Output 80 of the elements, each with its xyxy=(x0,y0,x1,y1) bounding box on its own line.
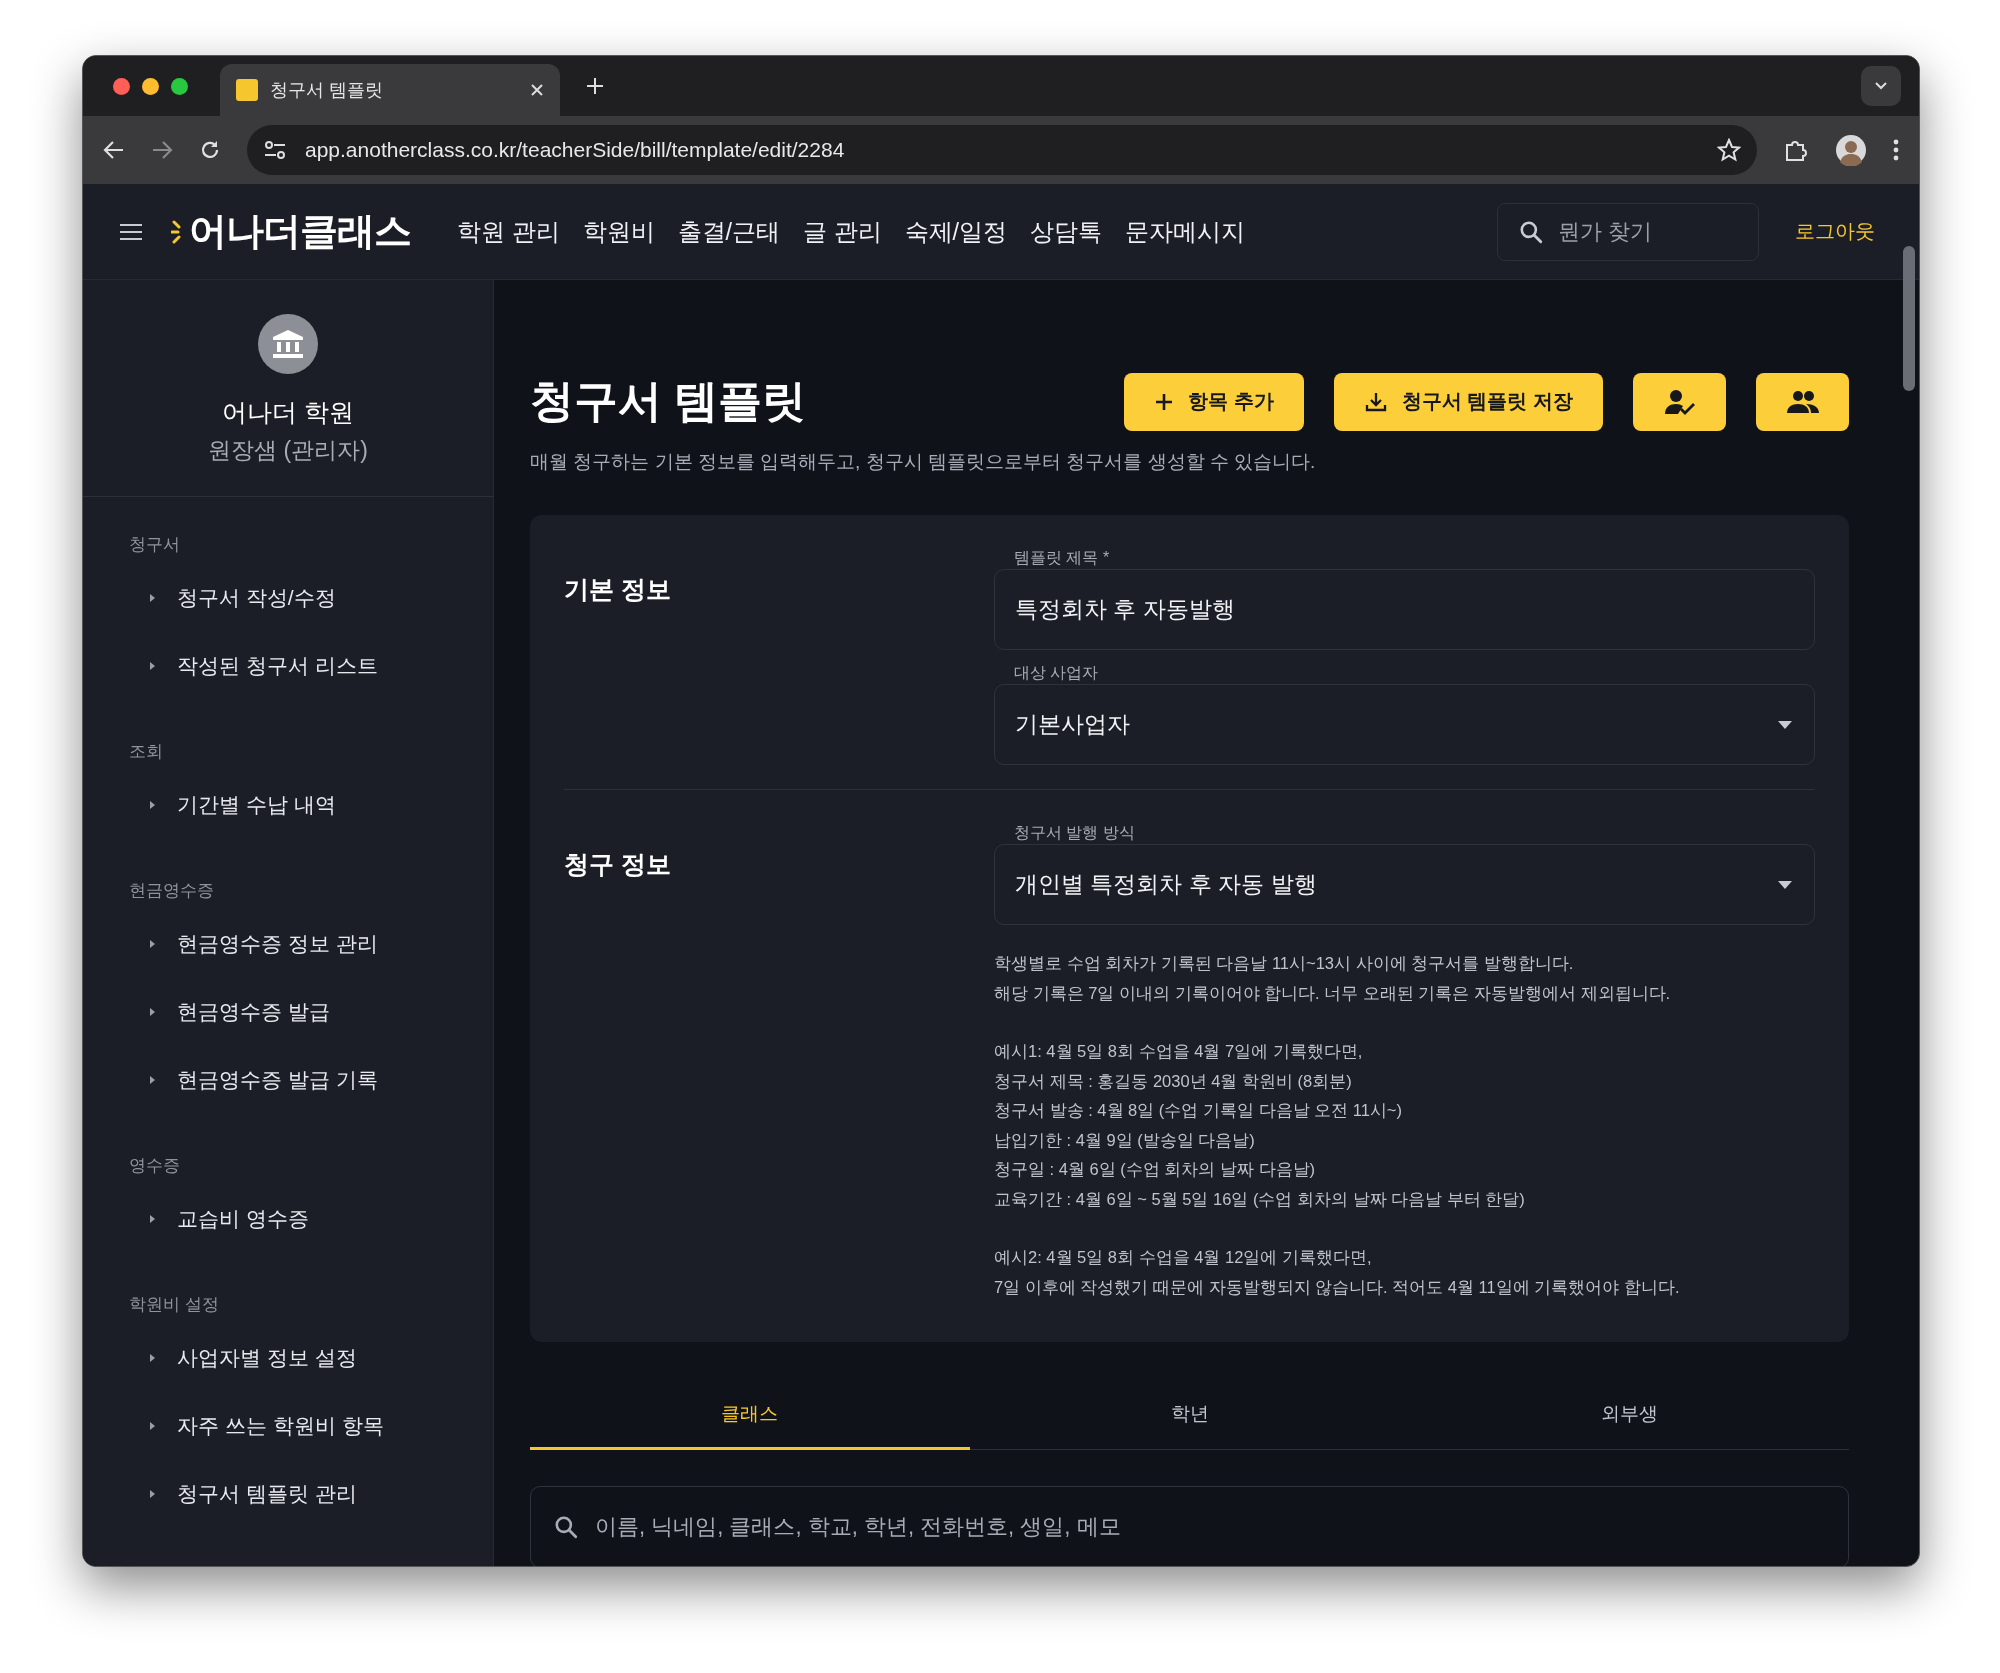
more-menu-icon[interactable] xyxy=(1893,139,1899,161)
select-field[interactable]: 개인별 특정회차 후 자동 발행 xyxy=(994,844,1815,925)
section-title: 기본 정보 xyxy=(564,575,671,603)
favicon-icon xyxy=(236,79,258,101)
input-field[interactable]: 특정회차 후 자동발행 xyxy=(994,569,1815,650)
sidebar-item[interactable]: 청구서 작성/수정 xyxy=(177,584,336,612)
sidebar-section-title: 현금영수증 xyxy=(129,880,215,902)
page-description: 매월 청구하는 기본 정보를 입력해두고, 청구시 템플릿으로부터 청구서를 생성할 수 있습니다. xyxy=(530,450,1317,474)
help-text: 예시2: 4월 5일 8회 수업을 4월 12일에 기록했다면, xyxy=(994,1247,1373,1268)
sidebar-item[interactable]: 사업자별 정보 설정 xyxy=(177,1344,357,1372)
help-text: 학생별로 수업 회차가 기록된 다음날 11시~13시 사이에 청구서를 발행합니다. xyxy=(994,953,1575,974)
field-value: 특정회차 후 자동발행 xyxy=(1015,595,1235,624)
bookmark-star-icon[interactable] xyxy=(1717,138,1741,162)
dropdown-arrow-icon[interactable] xyxy=(1776,879,1794,890)
site-settings-icon[interactable] xyxy=(263,140,287,160)
nav-link[interactable]: 학원 관리 xyxy=(457,215,560,248)
reload-icon[interactable] xyxy=(199,139,221,161)
person-check-button[interactable] xyxy=(1633,372,1726,431)
sidebar-item[interactable]: 현금영수증 정보 관리 xyxy=(177,930,378,958)
sidebar-item[interactable]: 자주 쓰는 학원비 항목 xyxy=(177,1412,384,1440)
forward-icon[interactable] xyxy=(151,139,173,161)
tab[interactable]: 학년 xyxy=(969,1380,1410,1450)
field-value: 기본사업자 xyxy=(1015,710,1130,739)
user-role: 원장샘 (관리자) xyxy=(208,436,368,465)
logout-link[interactable]: 로그아웃 xyxy=(1795,218,1875,245)
search-icon xyxy=(553,1514,579,1540)
back-icon[interactable] xyxy=(103,139,125,161)
tab[interactable]: 클래스 xyxy=(530,1380,970,1450)
tab[interactable]: 외부생 xyxy=(1409,1380,1849,1450)
nav-link[interactable]: 글 관리 xyxy=(803,215,882,248)
search-field[interactable]: 뭔가 찾기 xyxy=(1497,202,1759,261)
select-field[interactable]: 기본사업자 xyxy=(994,684,1815,765)
help-text: 청구서 제목 : 홍길동 2030년 4월 학원비 (8회분) xyxy=(994,1070,1353,1092)
sidebar-item[interactable]: 작성된 청구서 리스트 xyxy=(177,652,378,680)
help-text: 청구일 : 4월 6일 (수업 회차의 날짜 다음날) xyxy=(994,1159,1317,1180)
sidebar-item[interactable]: 기간별 수납 내역 xyxy=(177,791,336,819)
section-title: 청구 정보 xyxy=(564,850,671,878)
help-text: 예시1: 4월 5일 8회 수업을 4월 7일에 기록했다면, xyxy=(994,1041,1364,1062)
plus-icon xyxy=(1154,391,1175,412)
nav-link[interactable]: 문자메시지 xyxy=(1125,215,1246,248)
sidebar-item[interactable]: 교습비 영수증 xyxy=(177,1205,309,1233)
save-button[interactable]: 청구서 템플릿 저장 xyxy=(1333,372,1603,431)
nav-link[interactable]: 상담톡 xyxy=(1030,215,1103,248)
add-button[interactable]: 항목 추가 xyxy=(1124,372,1304,431)
address-bar[interactable]: app.anotherclass.co.kr/teacherSide/bill/template/edit/2284 xyxy=(247,125,1757,175)
help-text: 7일 이후에 작성했기 때문에 자동발행되지 않습니다. 적어도 4월 11일에 기록했어야 합니다. xyxy=(994,1276,1681,1298)
nav-link[interactable]: 출결/근태 xyxy=(677,215,781,248)
scrollbar[interactable] xyxy=(1903,246,1915,391)
browser-tab[interactable]: 청구서 템플릿 xyxy=(220,64,560,116)
page-title: 청구서 템플릿 xyxy=(530,375,808,427)
help-text: 교육기간 : 4월 6일 ~ 5월 5일 16일 (수업 회차의 날짜 다음날 부터 한달) xyxy=(994,1188,1526,1210)
maximize-window-icon[interactable] xyxy=(171,77,188,95)
help-text: 해당 기록은 7일 이내의 기록이어야 합니다. 너무 오래된 기록은 자동발행에서 제외됩니다. xyxy=(994,982,1672,1004)
sidebar-section-title: 영수증 xyxy=(129,1155,181,1177)
chevron-down-icon xyxy=(1874,81,1888,91)
close-icon[interactable] xyxy=(530,83,544,97)
field-value: 개인별 특정회차 후 자동 발행 xyxy=(1015,870,1317,899)
url-text: app.anotherclass.co.kr/teacherSide/bill/template/edit/2284 xyxy=(305,138,846,162)
minimize-window-icon[interactable] xyxy=(142,77,159,95)
nav-link[interactable]: 학원비 xyxy=(582,215,655,248)
nav-link[interactable]: 숙제/일정 xyxy=(904,215,1008,248)
bank-icon xyxy=(258,314,318,374)
sidebar-section-title: 조회 xyxy=(129,741,164,763)
app-logo[interactable]: 어나더클래스 xyxy=(189,206,411,257)
help-text: 납입기한 : 4월 9일 (발송일 다음날) xyxy=(994,1129,1256,1151)
dropdown-arrow-icon[interactable] xyxy=(1776,719,1794,730)
academy-name: 어나더 학원 xyxy=(222,397,354,428)
sidebar-section-title: 학원비 설정 xyxy=(129,1294,220,1316)
sidebar-item[interactable]: 현금영수증 발급 기록 xyxy=(177,1066,378,1094)
new-tab-icon[interactable] xyxy=(586,77,604,95)
sidebar-section-title: 청구서 xyxy=(129,534,181,556)
menu-icon[interactable] xyxy=(119,222,143,241)
group-button[interactable] xyxy=(1756,372,1849,431)
group-icon xyxy=(1785,389,1820,414)
sidebar-item[interactable]: 청구서 템플릿 관리 xyxy=(177,1480,357,1508)
help-text: 청구서 발송 : 4월 8일 (수업 기록일 다음날 오전 11시~) xyxy=(994,1100,1403,1121)
sidebar-item[interactable]: 현금영수증 발급 xyxy=(177,998,330,1026)
person-check-icon xyxy=(1663,387,1696,416)
avatar-icon[interactable] xyxy=(1835,134,1867,166)
close-window-icon[interactable] xyxy=(113,77,130,95)
